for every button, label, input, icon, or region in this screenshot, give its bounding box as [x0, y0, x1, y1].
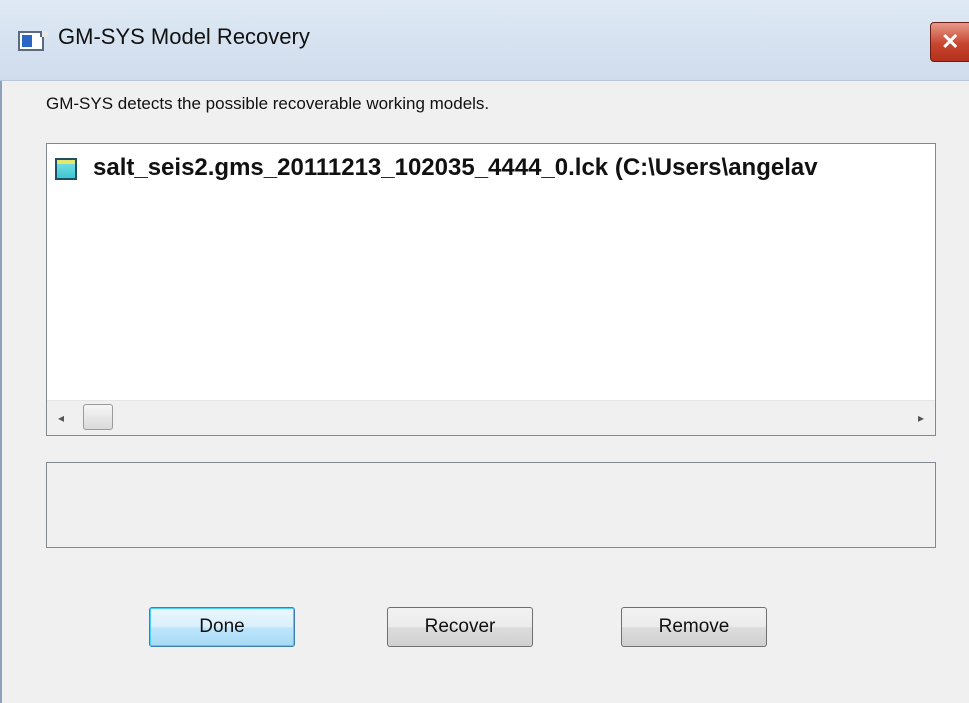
description-text: GM-SYS detects the possible recoverable … [46, 94, 490, 113]
model-file-icon [55, 158, 77, 180]
close-icon: ✕ [941, 29, 960, 54]
title-separator [0, 80, 969, 81]
list-item-label: salt_seis2.gms_20111213_102035_4444_0.lc… [93, 154, 818, 181]
status-box [46, 462, 936, 548]
scroll-left-icon[interactable]: ◂ [51, 410, 71, 426]
list-item[interactable]: salt_seis2.gms_20111213_102035_4444_0.lc… [55, 154, 935, 186]
window-frame [0, 0, 2, 703]
horizontal-scrollbar[interactable]: ◂ ▸ [47, 400, 935, 435]
done-button[interactable]: Done [149, 607, 295, 647]
close-button[interactable]: ✕ [930, 22, 969, 62]
recover-button[interactable]: Recover [387, 607, 533, 647]
models-listbox[interactable]: salt_seis2.gms_20111213_102035_4444_0.lc… [46, 143, 936, 436]
scroll-thumb[interactable] [83, 404, 113, 430]
recovery-dialog: GM-SYS Model Recovery ✕ GM-SYS detects t… [0, 0, 969, 703]
scroll-right-icon[interactable]: ▸ [911, 410, 931, 426]
title-bar[interactable]: GM-SYS Model Recovery ✕ [0, 0, 969, 80]
remove-button[interactable]: Remove [621, 607, 767, 647]
window-title: GM-SYS Model Recovery [58, 24, 310, 49]
app-window-icon[interactable] [18, 31, 48, 51]
